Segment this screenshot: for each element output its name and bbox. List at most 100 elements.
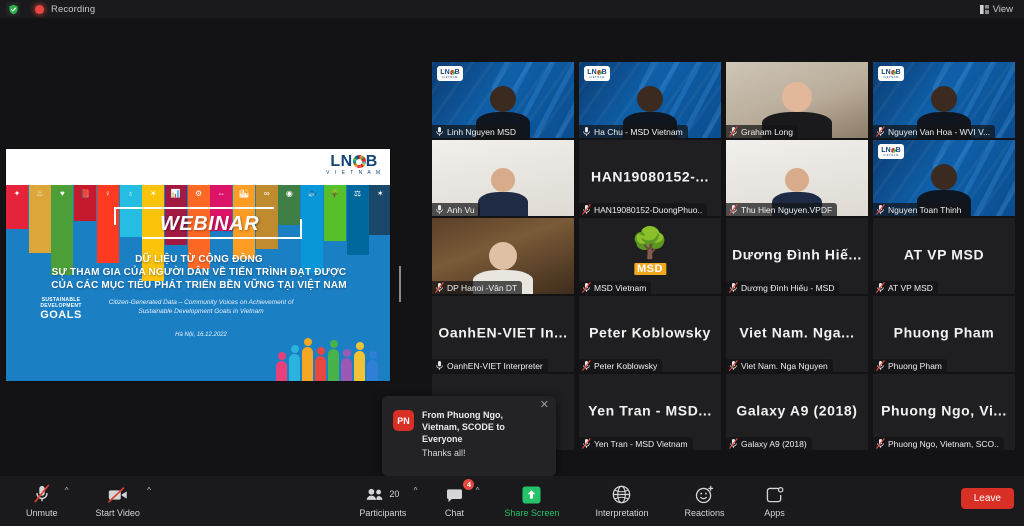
chat-sender-label: From Phuong Ngo, Vietnam, SCODE to Every…: [422, 410, 505, 444]
slide-date: Hà Nội, 16.12.2022: [175, 332, 227, 338]
shield-check-icon[interactable]: [6, 2, 20, 16]
participants-count: 20: [389, 489, 400, 499]
leave-button[interactable]: Leave: [960, 488, 1014, 509]
microphone-muted-icon: [33, 484, 51, 504]
grid-view-icon: [979, 5, 989, 14]
participant-name-label: HAN19080152-DuongPhuo..: [594, 204, 703, 215]
participants-button[interactable]: 20 Participants ^: [351, 479, 417, 523]
presentation-slide: LN B V I E T N A M ✦ ♨ ♥ 📕 ♀ ♁ ☀ 📊 ⚙ ⇔ 🏙 ∞ ◉ 🐟 🌳 ⚖ ✶ WEBI…: [5, 148, 391, 382]
participant-display-name: AT VP MSD: [903, 246, 985, 263]
reactions-button[interactable]: Reactions: [677, 479, 733, 523]
person-figure: [315, 356, 326, 381]
participant-tile[interactable]: LN B VIETNAM Nguyen Toan Thinh: [873, 140, 1015, 216]
participant-tile[interactable]: Peter Koblowsky Peter Koblowsky: [579, 296, 721, 372]
lnob-virtual-bg-logo: LN B VIETNAM: [437, 66, 463, 81]
participant-name-bar: Ha Chu - MSD Vietnam: [579, 125, 688, 138]
participant-name-label: Thu Hien Nguyen.VPDF: [741, 204, 833, 215]
apps-button[interactable]: Apps: [753, 479, 797, 523]
chevron-up-icon-chat[interactable]: ^: [476, 486, 480, 495]
participant-name-label: Phuong Ngo, Vietnam, SCO..: [888, 438, 999, 449]
participant-tile[interactable]: Anh Vu: [432, 140, 574, 216]
participant-tile[interactable]: Thu Hien Nguyen.VPDF: [726, 140, 868, 216]
participant-tile[interactable]: Phuong Pham Phuong Pham: [873, 296, 1015, 372]
view-button[interactable]: View: [975, 2, 1018, 17]
unmute-button[interactable]: Unmute ^: [18, 479, 69, 523]
participant-tile[interactable]: LN B VIETNAM Linh Nguyen MSD: [432, 62, 574, 138]
participant-name-label: AT VP MSD: [888, 282, 933, 293]
record-dot-icon[interactable]: [33, 3, 45, 15]
participant-tile[interactable]: OanhEN-VIET In... OanhEN-VIET Interpreter: [432, 296, 574, 372]
person-head: [316, 347, 325, 355]
reactions-label: Reactions: [684, 508, 725, 518]
participant-tile[interactable]: Yen Tran - MSD... Yen Tran - MSD Vietnam: [579, 374, 721, 450]
participant-tile[interactable]: Galaxy A9 (2018) Galaxy A9 (2018): [726, 374, 868, 450]
person-figure: [367, 360, 378, 381]
microphone-muted-icon: [729, 282, 738, 293]
microphone-muted-icon: [582, 360, 591, 371]
shared-screen-area[interactable]: LN B V I E T N A M ✦ ♨ ♥ 📕 ♀ ♁ ☀ 📊 ⚙ ⇔ 🏙 ∞ ◉ 🐟 🌳 ⚖ ✶ WEBI…: [0, 18, 428, 476]
microphone-muted-icon: [876, 282, 885, 293]
participant-tile[interactable]: Phuong Ngo, Vi... Phuong Ngo, Vietnam, SC…: [873, 374, 1015, 450]
participant-name-label: Linh Nguyen MSD: [447, 126, 516, 137]
person-head: [303, 338, 312, 346]
participant-name-label: Nguyen Toan Thinh: [888, 204, 962, 215]
sdg-ring-icon: [352, 155, 366, 168]
chevron-up-icon-video[interactable]: ^: [147, 486, 151, 495]
start-video-button[interactable]: Start Video ^: [88, 479, 151, 523]
interpretation-button[interactable]: Interpretation: [587, 479, 656, 523]
participant-tile[interactable]: Graham Long: [726, 62, 868, 138]
participant-tile[interactable]: Viet Nam. Nga... Viet Nam. Nga Nguyen: [726, 296, 868, 372]
participant-name-bar: AT VP MSD: [873, 281, 938, 294]
chat-label: Chat: [444, 508, 464, 518]
slide-subtitle-line-1: Citizen-Generated Data – Community Voice…: [108, 299, 294, 306]
chat-message-text: Thanks all!: [422, 448, 466, 458]
slide-subtitle: Citizen-Generated Data – Community Voice…: [86, 298, 316, 316]
chevron-up-icon-audio[interactable]: ^: [65, 486, 69, 495]
participant-name-bar: Linh Nguyen MSD: [432, 125, 521, 138]
participant-display-name: Yen Tran - MSD...: [588, 402, 712, 419]
participant-name-label: Peter Koblowsky: [594, 360, 658, 371]
participant-tile[interactable]: HAN19080152-... HAN19080152-DuongPhuo..: [579, 140, 721, 216]
person-head: [290, 345, 299, 353]
person-head: [277, 352, 286, 360]
microphone-muted-icon: [729, 438, 738, 449]
participant-display-name: Peter Koblowsky: [589, 324, 711, 341]
participant-tile[interactable]: 🌳 MSD MSD Vietnam: [579, 218, 721, 294]
participant-tile[interactable]: AT VP MSD AT VP MSD: [873, 218, 1015, 294]
participant-name-bar: OanhEN-VIET Interpreter: [432, 359, 548, 372]
participant-name-bar: Peter Koblowsky: [579, 359, 663, 372]
slide-title: DỮ LIỆU TỪ CỘNG ĐỒNG SỰ THAM GIA CỦA NGƯ…: [46, 253, 352, 292]
close-icon[interactable]: ✕: [540, 400, 549, 411]
participant-name-bar: Dương Đình Hiếu - MSD: [726, 281, 840, 294]
interpretation-label: Interpretation: [595, 508, 649, 518]
participant-name-bar: Phuong Pham: [873, 359, 947, 372]
lnob-virtual-bg-logo: LN B VIETNAM: [584, 66, 610, 81]
person-figure: [328, 349, 339, 381]
participant-name-bar: MSD Vietnam: [579, 281, 652, 294]
msd-logo-word: MSD: [634, 262, 666, 275]
person-figure: [276, 361, 287, 381]
participant-name-label: Graham Long: [741, 126, 793, 137]
participant-name-label: Phuong Pham: [888, 360, 942, 371]
sdg-goals-logo: SUSTAINABLE DEVELOPMENT GOALS: [34, 297, 88, 321]
share-screen-button[interactable]: Share Screen: [496, 479, 567, 523]
participant-tile[interactable]: Dương Đình Hiế... Dương Đình Hiếu - MSD: [726, 218, 868, 294]
lnob-virtual-bg-logo: LN B VIETNAM: [878, 66, 904, 81]
chat-button[interactable]: Chat 4 ^: [432, 479, 479, 523]
smiley-plus-icon: [695, 484, 714, 504]
participant-tile[interactable]: LN B VIETNAM Ha Chu - MSD Vietnam: [579, 62, 721, 138]
slide-title-line-3: CỦA CÁC MỤC TIÊU PHÁT TRIỂN BỀN VỮNG TẠI…: [51, 280, 347, 291]
chat-notification-toast[interactable]: PN From Phuong Ngo, Vietnam, SCODE to Ev…: [382, 396, 556, 482]
person-figure: [289, 354, 300, 381]
chevron-up-icon-participants[interactable]: ^: [414, 486, 418, 495]
participant-tile[interactable]: LN B VIETNAM Nguyen Van Hoa - WVI V...: [873, 62, 1015, 138]
microphone-icon: [583, 127, 590, 136]
webinar-banner: WEBINAR: [114, 207, 302, 239]
microphone-muted-icon: [582, 204, 591, 215]
share-drag-handle[interactable]: [399, 266, 404, 302]
zoom-meeting-window: Recording View LN B V I E T N A M ✦ ♨ ♥ 📕 ♀ ♁ ☀…: [0, 0, 1024, 526]
microphone-muted-icon: [582, 438, 591, 449]
participant-tile[interactable]: DP Hanoi -Vân DT: [432, 218, 574, 294]
microphone-muted-icon: [876, 204, 885, 215]
start-video-label: Start Video: [95, 508, 140, 518]
